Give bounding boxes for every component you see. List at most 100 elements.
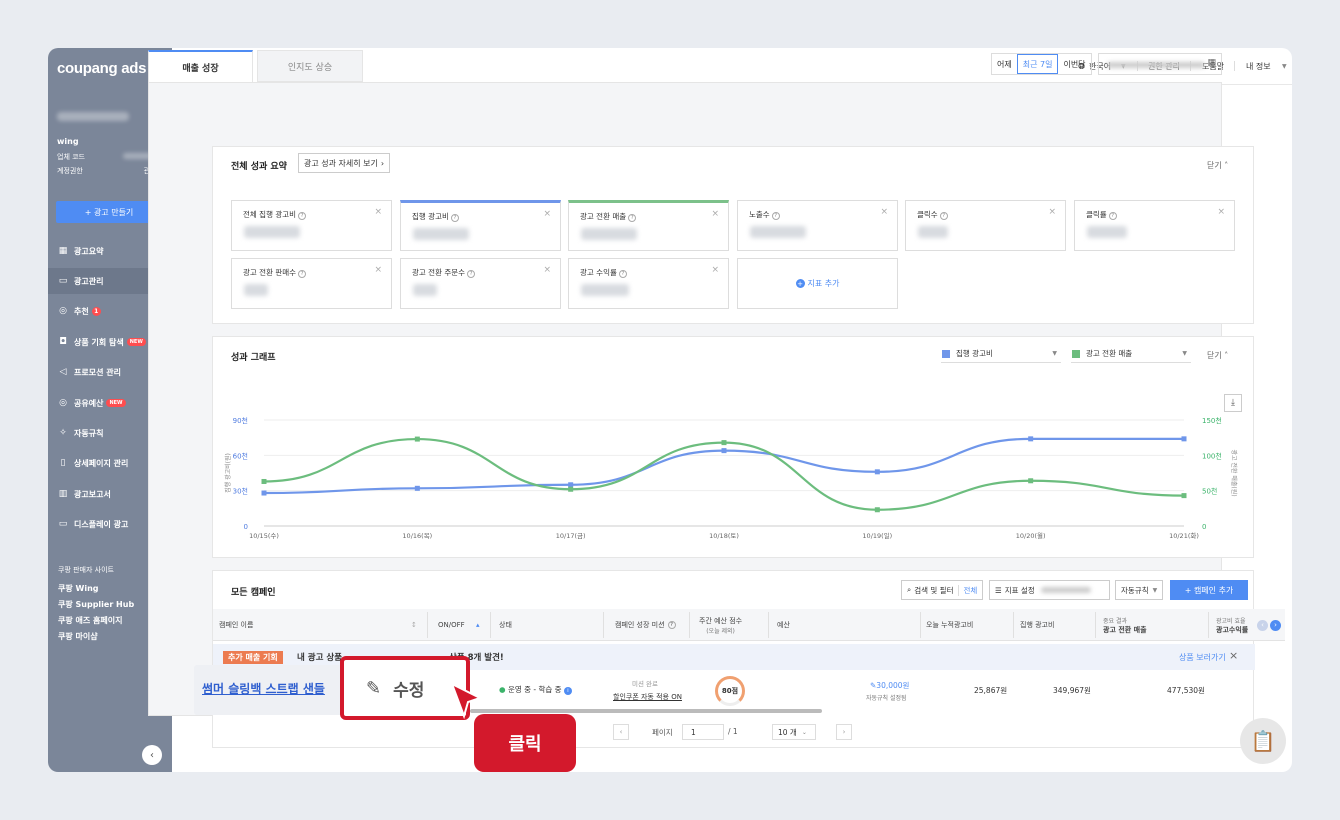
- data-point-right: [874, 507, 880, 513]
- tab-sales-growth[interactable]: 매출 성장: [148, 50, 253, 82]
- horizontal-scrollbar[interactable]: [470, 709, 822, 713]
- sort-icon[interactable]: ↕: [411, 609, 417, 641]
- metric-card-conversion-orders[interactable]: 광고 전환 주문수? ×: [400, 258, 561, 309]
- add-metric-button[interactable]: + 지표 추가: [737, 258, 898, 309]
- data-point-right: [568, 486, 574, 492]
- add-campaign-button[interactable]: + 캠페인 추가: [1170, 580, 1248, 600]
- chevron-right-icon[interactable]: ›: [1270, 620, 1281, 631]
- close-icon[interactable]: ×: [1229, 649, 1238, 662]
- mission-link[interactable]: 할인쿠폰 자동 적용 ON: [613, 692, 682, 702]
- prev-page-button[interactable]: ‹: [613, 724, 629, 740]
- budget-value[interactable]: ✎30,000원: [870, 680, 909, 691]
- next-page-button[interactable]: ›: [836, 724, 852, 740]
- data-point-right: [721, 440, 727, 446]
- metric-name: 광고 전환 판매수?: [243, 267, 307, 278]
- my-info-menu[interactable]: 내 정보: [1246, 61, 1271, 72]
- edit-button-label: 수정: [393, 680, 425, 701]
- metric-card-clicks[interactable]: 클릭수? ×: [905, 200, 1066, 251]
- close-icon[interactable]: ×: [711, 265, 719, 275]
- metric-card-total-spend[interactable]: 전체 집행 광고비? ×: [231, 200, 392, 251]
- help-icon: ?: [618, 270, 627, 278]
- column-conversion-revenue[interactable]: 중요 결과 광고 전환 매출: [1103, 609, 1147, 641]
- site-link-supplier-hub[interactable]: 쿠팡 Supplier Hub: [58, 599, 134, 610]
- view-products-link[interactable]: 상품 보러가기: [1179, 652, 1226, 663]
- column-on-off[interactable]: ON/OFF: [438, 609, 465, 641]
- close-icon[interactable]: ×: [543, 265, 551, 275]
- column-spend[interactable]: 집행 광고비: [1020, 609, 1054, 641]
- data-point-left: [261, 490, 267, 496]
- date-option-yesterday[interactable]: 어제: [992, 54, 1017, 74]
- sort-asc-icon[interactable]: ▴: [476, 609, 480, 641]
- close-icon[interactable]: ×: [1048, 207, 1056, 217]
- close-icon[interactable]: ×: [880, 207, 888, 217]
- close-icon[interactable]: ×: [711, 209, 719, 219]
- feedback-clipboard-icon[interactable]: 📋: [1240, 718, 1286, 764]
- metric-card-conversion-sales[interactable]: 광고 전환 판매수? ×: [231, 258, 392, 309]
- campaign-name-callout[interactable]: 썸머 슬링백 스트랩 샌들: [194, 665, 344, 715]
- graph-collapse-toggle[interactable]: 닫기 ˄: [1207, 350, 1228, 361]
- sidebar-item-label: 광고요약: [74, 246, 104, 256]
- date-range-blurred: [1107, 62, 1205, 68]
- site-link-ads-home[interactable]: 쿠팡 애즈 홈페이지: [58, 615, 122, 626]
- search-filter-button[interactable]: ⌕ 검색 및 필터 전체: [901, 580, 984, 600]
- metric-settings-button[interactable]: ☰ 지표 설정: [989, 580, 1110, 600]
- data-point-left: [874, 469, 880, 475]
- column-budget[interactable]: 예산: [777, 609, 790, 641]
- date-range-input[interactable]: ▦: [1098, 53, 1222, 75]
- column-growth-mission[interactable]: 캠페인 성장 미션?: [615, 609, 676, 641]
- new-badge: NEW: [126, 338, 146, 346]
- performance-detail-button[interactable]: 광고 성과 자세히 보기 ›: [298, 153, 391, 173]
- tab-awareness[interactable]: 인지도 상승: [257, 50, 363, 82]
- metric-card-roas[interactable]: 광고 수익률? ×: [568, 258, 729, 309]
- performance-chart: 0 30천 60천 90천 0 50천 100천 150천 10/15(수) 10/16(목) 10…: [224, 416, 1238, 540]
- date-option-this-month[interactable]: 이번달: [1058, 54, 1090, 74]
- chevron-left-icon[interactable]: ‹: [1257, 620, 1268, 631]
- page-size-select[interactable]: 10 개 ⌄: [772, 724, 816, 740]
- collapse-sidebar-button[interactable]: ‹: [142, 745, 162, 765]
- close-icon[interactable]: ×: [1217, 207, 1225, 217]
- metric-card-spend[interactable]: 집행 광고비? ×: [400, 200, 561, 251]
- auto-rule-dropdown[interactable]: 자동규칙 ▼: [1115, 580, 1164, 600]
- metric-card-impressions[interactable]: 노출수? ×: [737, 200, 898, 251]
- status-dot-icon: ●: [499, 685, 506, 694]
- close-icon[interactable]: ×: [374, 207, 382, 217]
- document-icon: ▯: [60, 458, 66, 468]
- close-icon[interactable]: ×: [543, 209, 551, 219]
- graph-title: 성과 그래프: [231, 353, 276, 363]
- metric-card-conversion-revenue[interactable]: 광고 전환 매출? ×: [568, 200, 729, 251]
- column-campaign-name[interactable]: 캠페인 이름: [219, 609, 253, 641]
- close-icon[interactable]: ×: [374, 265, 382, 275]
- site-link-wing[interactable]: 쿠팡 Wing: [58, 583, 99, 594]
- campaign-name-link[interactable]: 썸머 슬링백 스트랩 샌들: [202, 680, 325, 697]
- chevron-down-icon: ▼: [1282, 63, 1287, 70]
- metric-card-ctr[interactable]: 클릭률? ×: [1074, 200, 1235, 251]
- chevron-down-icon: ▼: [1052, 350, 1057, 357]
- search-filter-label: 검색 및 필터: [914, 585, 954, 595]
- page-number-input[interactable]: 1: [682, 724, 724, 740]
- search-icon: ⌕: [907, 585, 912, 594]
- coupang-ads-logo[interactable]: coupang ads: [57, 60, 147, 77]
- x-tick-label: 10/19(일): [862, 531, 892, 540]
- summary-collapse-toggle[interactable]: 닫기 ˄: [1207, 160, 1228, 171]
- column-today-spend[interactable]: 오늘 누적광고비: [926, 609, 973, 641]
- help-icon: ?: [467, 270, 476, 278]
- data-point-right: [261, 478, 267, 484]
- legend-swatch-green: [1072, 349, 1080, 358]
- metric-value-blurred: [413, 228, 469, 240]
- create-ad-button[interactable]: + 광고 만들기: [56, 201, 162, 223]
- grid-icon: ▦: [58, 246, 68, 256]
- new-badge: NEW: [106, 399, 126, 407]
- site-link-myshop[interactable]: 쿠팡 마이샵: [58, 631, 98, 642]
- campaign-table-header: 캠페인 이름 ↕ ON/OFF ▴ 상태 캠페인 성장 미션? 주간 예산 점수…: [213, 609, 1285, 641]
- y-right-axis-label: 광고 전환 매출(원): [1230, 449, 1238, 496]
- y-left-tick-label: 90천: [233, 416, 248, 425]
- column-weekly-budget-score[interactable]: 주간 예산 점수 (오늘 제외): [699, 609, 742, 641]
- legend-select-right[interactable]: 광고 전환 매출 ▼: [1071, 345, 1191, 363]
- legend-select-left[interactable]: 집행 광고비 ▼: [941, 345, 1061, 363]
- column-status[interactable]: 상태: [499, 609, 512, 641]
- column-roas[interactable]: 광고비 효율 광고수익률: [1216, 609, 1248, 641]
- data-point-left: [721, 448, 727, 454]
- x-tick-label: 10/20(월): [1016, 531, 1046, 540]
- date-option-last-7-days[interactable]: 최근 7일: [1016, 54, 1059, 74]
- x-tick-label: 10/18(토): [709, 532, 739, 540]
